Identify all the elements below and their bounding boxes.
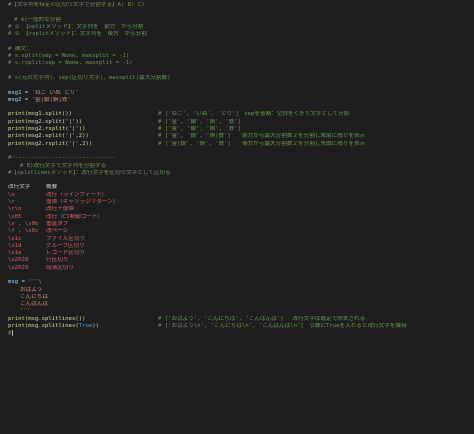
escape-code: \r bbox=[8, 199, 15, 206]
escape-row: \n 改行（ラインフィード） bbox=[0, 192, 474, 199]
inline-comment: # ['ねこ', 'いぬ', 'とり'] sepを省略：空白をくぎり文字として分… bbox=[158, 111, 350, 118]
inline-comment: # ['金', '銀', '銅', '鉄'] bbox=[158, 118, 241, 125]
escape-code: \r\n bbox=[8, 206, 22, 213]
escape-row: \r 復帰（キャリッジリターン） bbox=[0, 199, 474, 206]
escape-description: レコード区切り bbox=[46, 250, 86, 257]
comment-line: # bbox=[8, 330, 12, 337]
comment-line: # A)一般的な分割 bbox=[14, 16, 62, 23]
inline-comment: # ['金|銀', '銅', '鉄'] 後方から最大分割数２を分割し先頭に残りを… bbox=[158, 140, 366, 147]
escape-code: \x1e bbox=[8, 250, 22, 257]
escape-description: 改ページ bbox=[46, 228, 69, 235]
escape-code: \x85 bbox=[8, 213, 22, 220]
escape-code: \v , \x0b bbox=[8, 220, 39, 227]
escape-table-header: 改行文字 概要 bbox=[0, 184, 474, 191]
code-text: msg2 = bbox=[8, 96, 32, 103]
string-content: こんばんは bbox=[20, 301, 48, 308]
code-text: print(msg.splitlines( bbox=[8, 323, 79, 330]
comment-line: # ② 【rsplitメソッド】：文字列を 後方 から分割 bbox=[8, 31, 147, 38]
escape-description: 改行（C1制御コード） bbox=[46, 213, 104, 220]
escape-row: \x1e レコード区切り bbox=[0, 250, 474, 257]
inline-comment: # ['おはよう\n', 'こんにちは\n', 'こんばんは\n'] 引数にTr… bbox=[158, 323, 407, 330]
code-line: # bbox=[0, 330, 474, 337]
comment-line: # s(元の文字列)、sep(区切り文字)、maxsplit(最大分割数) bbox=[8, 74, 171, 81]
string-content: こんにちは bbox=[20, 293, 48, 300]
header-description: 概要 bbox=[46, 184, 58, 191]
escape-row: \v , \x0b 垂直タブ bbox=[0, 221, 474, 228]
string-literal: 'ねこ いぬ とり' bbox=[31, 89, 79, 96]
comment-line: #【splitlinesメソッド】：改行文字を区切り文字として区切る bbox=[8, 169, 171, 176]
comment-line: # 構文： bbox=[8, 45, 32, 52]
header-escape: 改行文字 bbox=[8, 184, 31, 191]
escape-row: \u2028 行区切り bbox=[0, 257, 474, 264]
escape-description: 改行（ラインフィード） bbox=[46, 191, 108, 198]
string-content: ''' bbox=[20, 308, 31, 315]
escape-row: \f , \x0c 改ページ bbox=[0, 228, 474, 235]
escape-row: \x1d グループ区切り bbox=[0, 243, 474, 250]
escape-code: \x1c bbox=[8, 235, 22, 242]
escape-description: 段落区切り bbox=[46, 264, 74, 271]
code-text: msg1 = bbox=[8, 89, 32, 96]
string-literal: '金|銀|銅|鉄' bbox=[31, 96, 71, 103]
escape-code: \f , \x0c bbox=[8, 228, 39, 235]
escape-description: 改行＋復帰 bbox=[46, 206, 74, 213]
escape-description: 復帰（キャリッジリターン） bbox=[46, 199, 119, 206]
code-text: print(msg1.split()) bbox=[8, 111, 72, 118]
escape-code: \u2028 bbox=[8, 257, 29, 264]
inline-comment: # ['金', '銀', '銅', '鉄'] bbox=[158, 126, 241, 133]
bool-literal: True bbox=[78, 323, 93, 330]
comment-line: # s.split(sep = None, maxsplit = -1) bbox=[8, 53, 130, 60]
string-literal: '''\ bbox=[28, 279, 42, 286]
escape-description: 行区切り bbox=[46, 257, 69, 264]
escape-row: \u2029 段落区切り bbox=[0, 265, 474, 272]
code-line: msg = '''\ bbox=[0, 279, 474, 286]
comment-line: #------------------------------- bbox=[8, 155, 116, 162]
escape-code: \x1d bbox=[8, 242, 22, 249]
escape-row: \r\n 改行＋復帰 bbox=[0, 206, 474, 213]
comment-line: # s.rsplit(sep = None, maxsplit = -1) bbox=[8, 60, 133, 67]
string-content: おはよう bbox=[20, 286, 43, 293]
text-cursor bbox=[12, 330, 14, 337]
comment-line: #【文字列を特定の区切り文字で分割する】A) B) C) bbox=[8, 2, 145, 8]
escape-row: \x85 改行（C1制御コード） bbox=[0, 214, 474, 221]
code-text: print(msg2.rsplit('|')) bbox=[8, 126, 86, 133]
escape-code: \u2029 bbox=[8, 264, 29, 271]
escape-row: \x1c ファイル区切り bbox=[0, 236, 474, 243]
inline-comment: # ['金', '銀', '銅|鉄'] 前方から最大分割数２を分割し末尾に残りを… bbox=[158, 133, 366, 140]
code-line: msg2 = '金|銀|銅|鉄' bbox=[0, 97, 474, 104]
code-line: print(msg2.rsplit('|')) # ['金', '銀', '銅',… bbox=[0, 126, 474, 133]
code-text: print(msg.splitlines()) bbox=[8, 315, 86, 322]
code-editor[interactable]: #【文字列を特定の区切り文字で分割する】A) B) C) # A)一般的な分割 … bbox=[0, 0, 474, 434]
inline-comment: # ['おはよう', 'こんにちは', 'こんばんは'] 改行文字は既定で除去さ… bbox=[158, 315, 366, 322]
escape-code: \n bbox=[8, 191, 15, 198]
code-line: print(msg.splitlines(True)) # ['おはよう\n', … bbox=[0, 323, 474, 330]
code-text: print(msg2.split('|',2)) bbox=[8, 133, 89, 140]
code-line: print(msg2.rsplit('|',2)) # ['金|銀', '銅', … bbox=[0, 141, 474, 148]
code-line: print(msg2.split('|')) # ['金', '銀', '銅', … bbox=[0, 119, 474, 126]
escape-description: ファイル区切り bbox=[46, 235, 86, 242]
code-line: print(msg2.split('|',2)) # ['金', '銀', '銅|… bbox=[0, 133, 474, 140]
code-line: msg1 = 'ねこ いぬ とり' bbox=[0, 90, 474, 97]
escape-description: 垂直タブ bbox=[46, 220, 69, 227]
code-text: msg = bbox=[8, 279, 29, 286]
code-line: print(msg1.split()) # ['ねこ', 'いぬ', 'とり'] … bbox=[0, 111, 474, 118]
code-text: print(msg2.rsplit('|',2)) bbox=[8, 140, 93, 147]
code-text: )) bbox=[92, 323, 99, 330]
code-text: print(msg2.split('|')) bbox=[8, 118, 83, 125]
comment-line: # ① 【splitメソッド】：文字列を 前方 から分割 bbox=[8, 23, 144, 30]
comment-line: # B)改行文字で文字列を分割する bbox=[20, 162, 107, 169]
escape-description: グループ区切り bbox=[46, 242, 85, 249]
code-line: print(msg.splitlines()) # ['おはよう', 'こんにちは… bbox=[0, 316, 474, 323]
